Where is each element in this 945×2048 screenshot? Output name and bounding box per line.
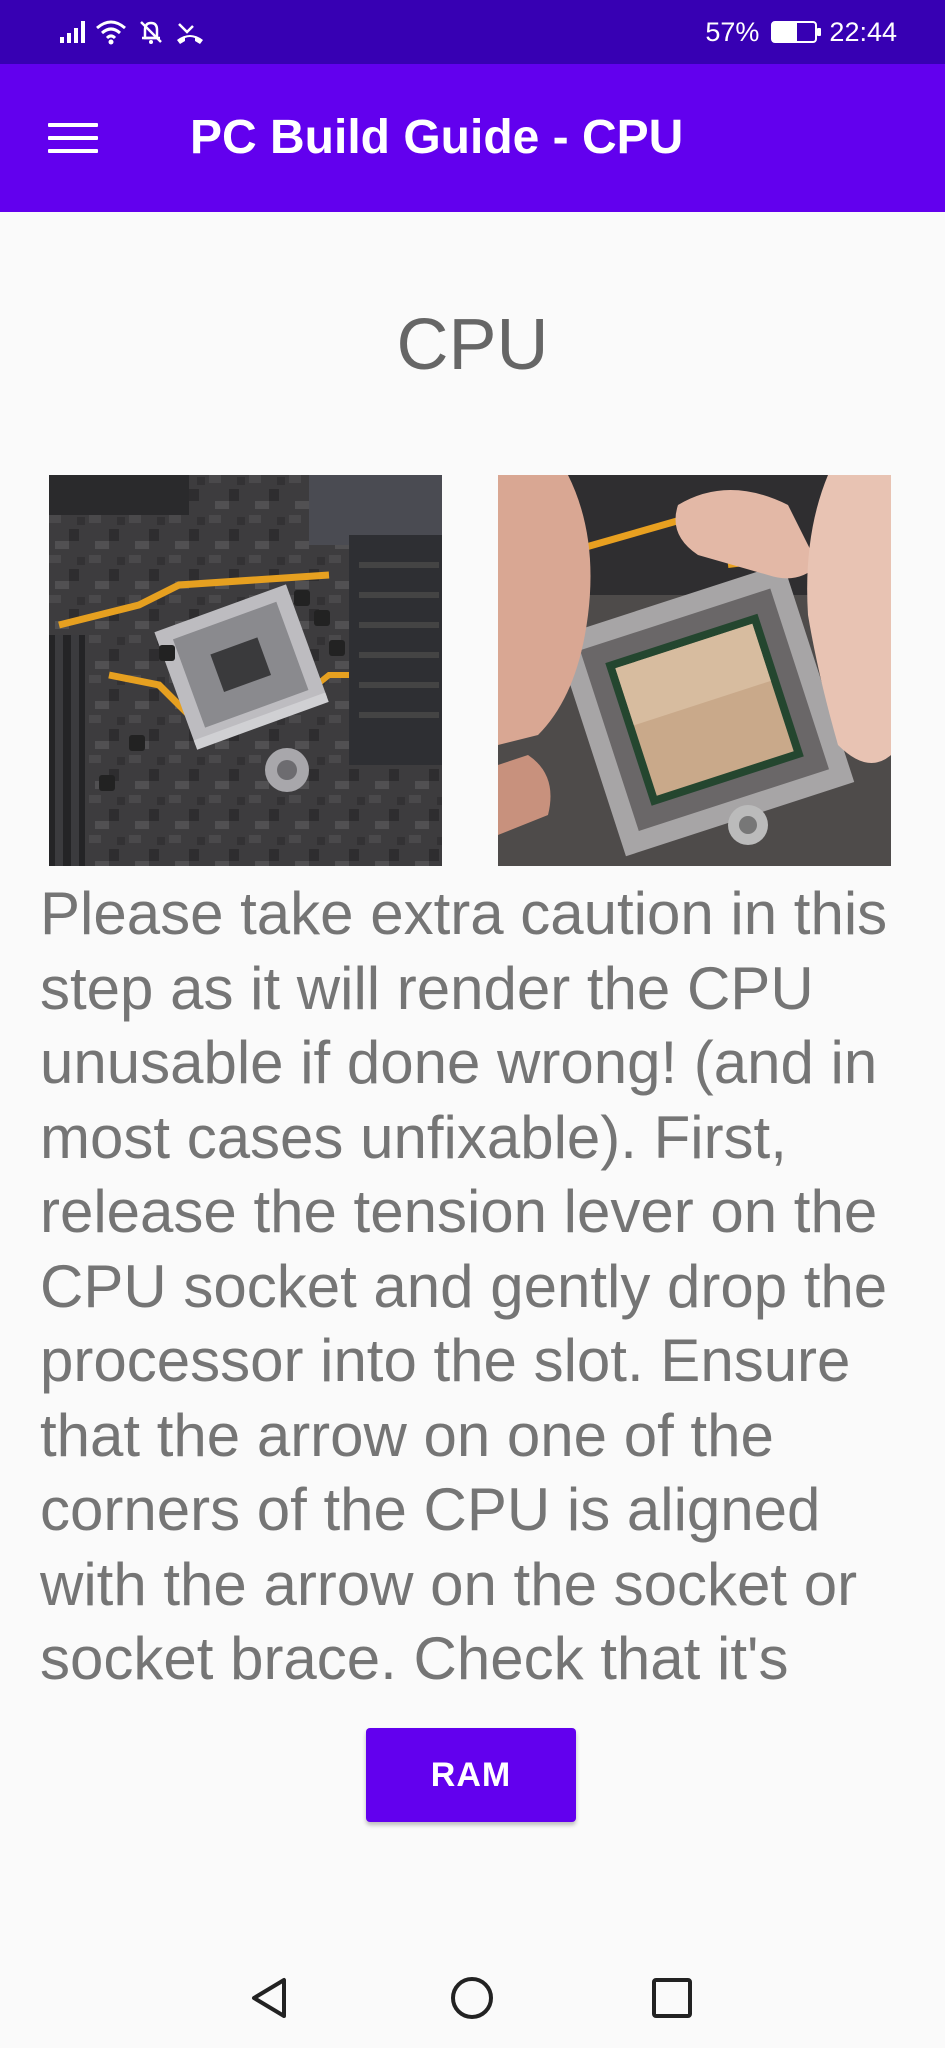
system-navigation-bar	[0, 1938, 945, 2048]
back-icon[interactable]	[240, 1968, 300, 2028]
battery-charging-icon	[771, 21, 822, 43]
recents-icon[interactable]	[642, 1968, 702, 2028]
status-bar: 57% 22:44	[0, 0, 945, 64]
status-icons-right: 57% 22:44	[705, 14, 897, 50]
home-icon[interactable]	[442, 1968, 502, 2028]
section-title: CPU	[396, 305, 549, 385]
battery-percent: 57%	[705, 16, 760, 47]
hamburger-menu-icon[interactable]	[40, 108, 106, 168]
signal-icon	[60, 21, 85, 43]
notifications-off-icon	[140, 21, 162, 44]
hand-placing-cpu-photo	[498, 475, 891, 866]
motherboard-cpu-socket-photo	[49, 475, 442, 866]
wifi-icon	[96, 20, 126, 45]
app-bar: PC Build Guide - CPU	[0, 64, 945, 212]
clock: 22:44	[829, 16, 897, 47]
status-icons-left	[60, 14, 205, 50]
instructions-text: Please take extra caution in this step a…	[40, 880, 888, 1692]
next-ram-button[interactable]: RAM	[366, 1728, 576, 1822]
app-title: PC Build Guide - CPU	[190, 111, 684, 164]
battery-level-fill	[773, 23, 798, 41]
missed-call-icon	[177, 23, 203, 44]
